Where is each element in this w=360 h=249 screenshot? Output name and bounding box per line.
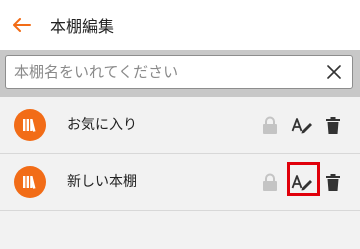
delete-button[interactable] <box>319 154 347 211</box>
lock-icon <box>263 116 277 134</box>
shelf-row[interactable]: 新しい本棚 <box>0 154 360 211</box>
highlight-box <box>287 162 320 196</box>
rename-icon <box>291 117 312 133</box>
shelf-list: お気に入り 新しい本棚 <box>0 97 360 211</box>
page-title: 本棚編集 <box>50 17 115 36</box>
back-button[interactable] <box>0 0 44 50</box>
shelf-name: お気に入り <box>67 117 137 133</box>
lock-button[interactable] <box>256 154 284 211</box>
books-icon <box>14 166 46 198</box>
arrow-left-icon <box>13 18 31 32</box>
trash-icon <box>326 174 340 191</box>
clear-button[interactable] <box>316 56 352 88</box>
books-icon <box>14 109 46 141</box>
delete-button[interactable] <box>319 97 347 154</box>
lock-icon <box>263 173 277 191</box>
trash-icon <box>326 117 340 134</box>
app-header: 本棚編集 <box>0 0 360 50</box>
shelf-row[interactable]: お気に入り <box>0 97 360 154</box>
shelf-name-input[interactable] <box>6 57 316 87</box>
close-icon <box>327 65 341 79</box>
search-band <box>0 50 360 97</box>
shelf-name: 新しい本棚 <box>67 174 137 190</box>
lock-button[interactable] <box>256 97 284 154</box>
rename-button[interactable] <box>288 97 316 154</box>
search-box <box>5 55 353 89</box>
